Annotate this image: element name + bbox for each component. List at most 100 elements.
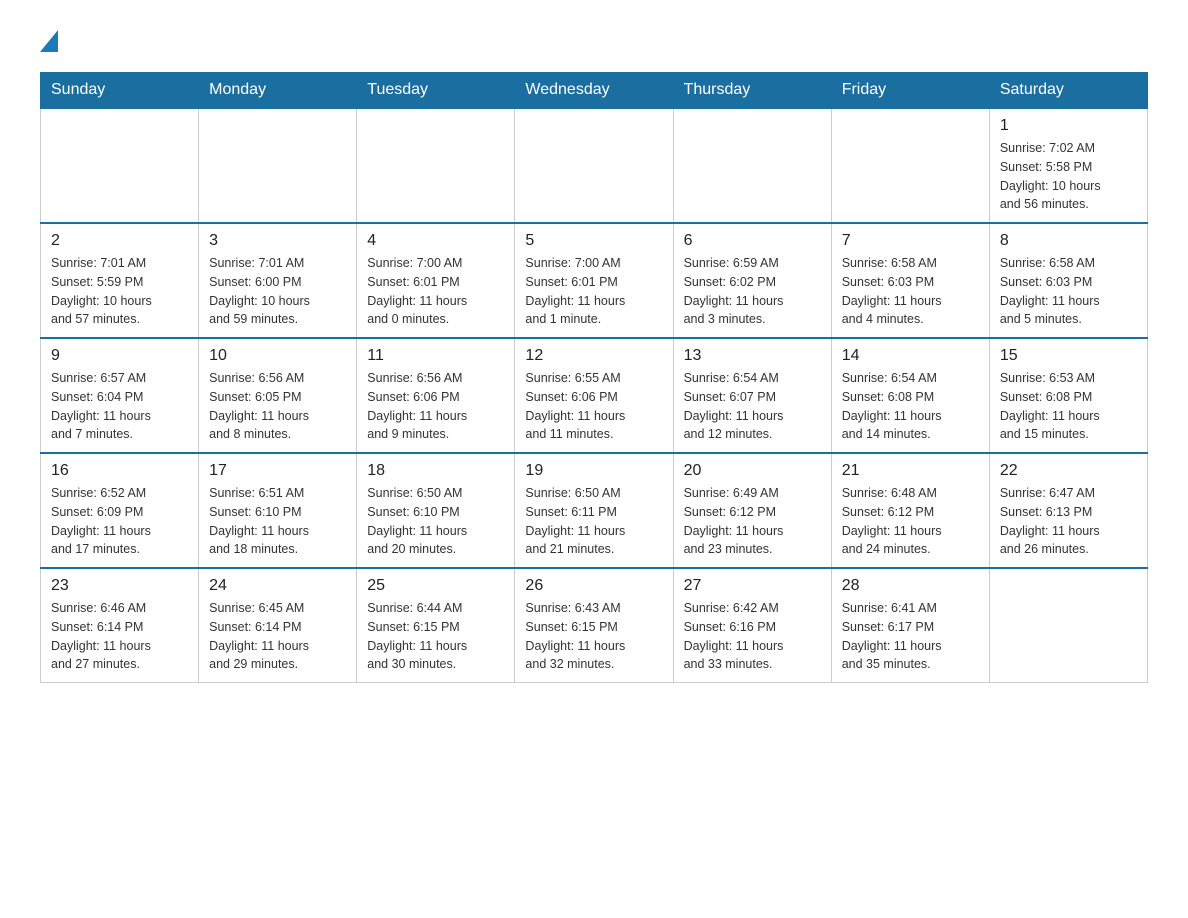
day-of-week-header: Saturday xyxy=(989,73,1147,109)
day-number: 11 xyxy=(367,347,504,365)
day-number: 26 xyxy=(525,577,662,595)
day-info: Sunrise: 6:54 AM Sunset: 6:07 PM Dayligh… xyxy=(684,369,821,444)
day-info: Sunrise: 6:55 AM Sunset: 6:06 PM Dayligh… xyxy=(525,369,662,444)
day-info: Sunrise: 6:41 AM Sunset: 6:17 PM Dayligh… xyxy=(842,599,979,674)
calendar-cell: 4 Sunrise: 7:00 AM Sunset: 6:01 PM Daylig… xyxy=(357,223,515,338)
calendar-cell: 22Sunrise: 6:47 AM Sunset: 6:13 PM Dayli… xyxy=(989,453,1147,568)
day-of-week-header: Thursday xyxy=(673,73,831,109)
calendar-cell: 6 Sunrise: 6:59 AM Sunset: 6:02 PM Daylig… xyxy=(673,223,831,338)
day-number: 5 xyxy=(525,232,662,250)
day-info: Sunrise: 6:49 AM Sunset: 6:12 PM Dayligh… xyxy=(684,484,821,559)
calendar-cell: 7 Sunrise: 6:58 AM Sunset: 6:03 PM Daylig… xyxy=(831,223,989,338)
calendar-cell: 8 Sunrise: 6:58 AM Sunset: 6:03 PM Daylig… xyxy=(989,223,1147,338)
day-info: Sunrise: 6:59 AM Sunset: 6:02 PM Dayligh… xyxy=(684,254,821,329)
day-number: 15 xyxy=(1000,347,1137,365)
calendar-cell xyxy=(673,108,831,223)
day-number: 8 xyxy=(1000,232,1137,250)
calendar-week-row: 2Sunrise: 7:01 AM Sunset: 5:59 PM Daylig… xyxy=(41,223,1148,338)
day-info: Sunrise: 6:54 AM Sunset: 6:08 PM Dayligh… xyxy=(842,369,979,444)
page-header xyxy=(40,30,1148,52)
day-of-week-header: Tuesday xyxy=(357,73,515,109)
day-info: Sunrise: 6:56 AM Sunset: 6:05 PM Dayligh… xyxy=(209,369,346,444)
day-of-week-header: Wednesday xyxy=(515,73,673,109)
calendar-week-row: 9 Sunrise: 6:57 AM Sunset: 6:04 PM Daylig… xyxy=(41,338,1148,453)
calendar-cell xyxy=(357,108,515,223)
day-info: Sunrise: 6:51 AM Sunset: 6:10 PM Dayligh… xyxy=(209,484,346,559)
calendar-cell: 13Sunrise: 6:54 AM Sunset: 6:07 PM Dayli… xyxy=(673,338,831,453)
day-number: 25 xyxy=(367,577,504,595)
day-number: 16 xyxy=(51,462,188,480)
day-info: Sunrise: 6:50 AM Sunset: 6:11 PM Dayligh… xyxy=(525,484,662,559)
day-info: Sunrise: 7:01 AM Sunset: 5:59 PM Dayligh… xyxy=(51,254,188,329)
day-info: Sunrise: 7:00 AM Sunset: 6:01 PM Dayligh… xyxy=(367,254,504,329)
calendar-cell: 20 Sunrise: 6:49 AM Sunset: 6:12 PM Dayli… xyxy=(673,453,831,568)
day-number: 14 xyxy=(842,347,979,365)
calendar-cell xyxy=(515,108,673,223)
calendar-cell xyxy=(831,108,989,223)
logo-icon xyxy=(40,30,58,52)
calendar-cell: 21 Sunrise: 6:48 AM Sunset: 6:12 PM Dayli… xyxy=(831,453,989,568)
day-info: Sunrise: 6:57 AM Sunset: 6:04 PM Dayligh… xyxy=(51,369,188,444)
calendar-table: SundayMondayTuesdayWednesdayThursdayFrid… xyxy=(40,72,1148,683)
day-of-week-header: Monday xyxy=(199,73,357,109)
day-number: 21 xyxy=(842,462,979,480)
calendar-cell: 1 Sunrise: 7:02 AM Sunset: 5:58 PM Daylig… xyxy=(989,108,1147,223)
day-info: Sunrise: 6:56 AM Sunset: 6:06 PM Dayligh… xyxy=(367,369,504,444)
day-number: 10 xyxy=(209,347,346,365)
calendar-cell: 14 Sunrise: 6:54 AM Sunset: 6:08 PM Dayli… xyxy=(831,338,989,453)
day-number: 4 xyxy=(367,232,504,250)
calendar-week-row: 1 Sunrise: 7:02 AM Sunset: 5:58 PM Daylig… xyxy=(41,108,1148,223)
day-info: Sunrise: 7:01 AM Sunset: 6:00 PM Dayligh… xyxy=(209,254,346,329)
calendar-cell: 15 Sunrise: 6:53 AM Sunset: 6:08 PM Dayli… xyxy=(989,338,1147,453)
calendar-cell: 3 Sunrise: 7:01 AM Sunset: 6:00 PM Daylig… xyxy=(199,223,357,338)
logo xyxy=(40,30,58,52)
day-number: 12 xyxy=(525,347,662,365)
day-number: 17 xyxy=(209,462,346,480)
day-info: Sunrise: 6:53 AM Sunset: 6:08 PM Dayligh… xyxy=(1000,369,1137,444)
day-number: 6 xyxy=(684,232,821,250)
calendar-week-row: 23 Sunrise: 6:46 AM Sunset: 6:14 PM Dayli… xyxy=(41,568,1148,683)
day-number: 24 xyxy=(209,577,346,595)
calendar-header-row: SundayMondayTuesdayWednesdayThursdayFrid… xyxy=(41,73,1148,109)
day-info: Sunrise: 6:47 AM Sunset: 6:13 PM Dayligh… xyxy=(1000,484,1137,559)
day-info: Sunrise: 6:50 AM Sunset: 6:10 PM Dayligh… xyxy=(367,484,504,559)
day-info: Sunrise: 6:46 AM Sunset: 6:14 PM Dayligh… xyxy=(51,599,188,674)
calendar-cell: 18Sunrise: 6:50 AM Sunset: 6:10 PM Dayli… xyxy=(357,453,515,568)
day-of-week-header: Sunday xyxy=(41,73,199,109)
calendar-cell: 11 Sunrise: 6:56 AM Sunset: 6:06 PM Dayli… xyxy=(357,338,515,453)
day-number: 28 xyxy=(842,577,979,595)
day-info: Sunrise: 6:58 AM Sunset: 6:03 PM Dayligh… xyxy=(1000,254,1137,329)
day-of-week-header: Friday xyxy=(831,73,989,109)
day-info: Sunrise: 7:02 AM Sunset: 5:58 PM Dayligh… xyxy=(1000,139,1137,214)
day-number: 20 xyxy=(684,462,821,480)
day-number: 23 xyxy=(51,577,188,595)
day-info: Sunrise: 6:48 AM Sunset: 6:12 PM Dayligh… xyxy=(842,484,979,559)
day-number: 3 xyxy=(209,232,346,250)
calendar-cell: 10 Sunrise: 6:56 AM Sunset: 6:05 PM Dayli… xyxy=(199,338,357,453)
day-info: Sunrise: 6:52 AM Sunset: 6:09 PM Dayligh… xyxy=(51,484,188,559)
day-number: 19 xyxy=(525,462,662,480)
day-info: Sunrise: 6:58 AM Sunset: 6:03 PM Dayligh… xyxy=(842,254,979,329)
calendar-cell xyxy=(989,568,1147,683)
calendar-cell: 17 Sunrise: 6:51 AM Sunset: 6:10 PM Dayli… xyxy=(199,453,357,568)
calendar-cell xyxy=(41,108,199,223)
calendar-cell: 12 Sunrise: 6:55 AM Sunset: 6:06 PM Dayli… xyxy=(515,338,673,453)
day-number: 27 xyxy=(684,577,821,595)
calendar-cell: 25 Sunrise: 6:44 AM Sunset: 6:15 PM Dayli… xyxy=(357,568,515,683)
day-info: Sunrise: 6:44 AM Sunset: 6:15 PM Dayligh… xyxy=(367,599,504,674)
calendar-cell: 2Sunrise: 7:01 AM Sunset: 5:59 PM Daylig… xyxy=(41,223,199,338)
day-info: Sunrise: 6:45 AM Sunset: 6:14 PM Dayligh… xyxy=(209,599,346,674)
calendar-cell: 9 Sunrise: 6:57 AM Sunset: 6:04 PM Daylig… xyxy=(41,338,199,453)
calendar-cell: 26 Sunrise: 6:43 AM Sunset: 6:15 PM Dayli… xyxy=(515,568,673,683)
calendar-cell: 24 Sunrise: 6:45 AM Sunset: 6:14 PM Dayli… xyxy=(199,568,357,683)
calendar-cell: 5 Sunrise: 7:00 AM Sunset: 6:01 PM Daylig… xyxy=(515,223,673,338)
calendar-cell: 28 Sunrise: 6:41 AM Sunset: 6:17 PM Dayli… xyxy=(831,568,989,683)
calendar-cell xyxy=(199,108,357,223)
day-info: Sunrise: 7:00 AM Sunset: 6:01 PM Dayligh… xyxy=(525,254,662,329)
day-number: 1 xyxy=(1000,117,1137,135)
day-info: Sunrise: 6:42 AM Sunset: 6:16 PM Dayligh… xyxy=(684,599,821,674)
calendar-cell: 27 Sunrise: 6:42 AM Sunset: 6:16 PM Dayli… xyxy=(673,568,831,683)
day-number: 9 xyxy=(51,347,188,365)
day-number: 7 xyxy=(842,232,979,250)
day-info: Sunrise: 6:43 AM Sunset: 6:15 PM Dayligh… xyxy=(525,599,662,674)
